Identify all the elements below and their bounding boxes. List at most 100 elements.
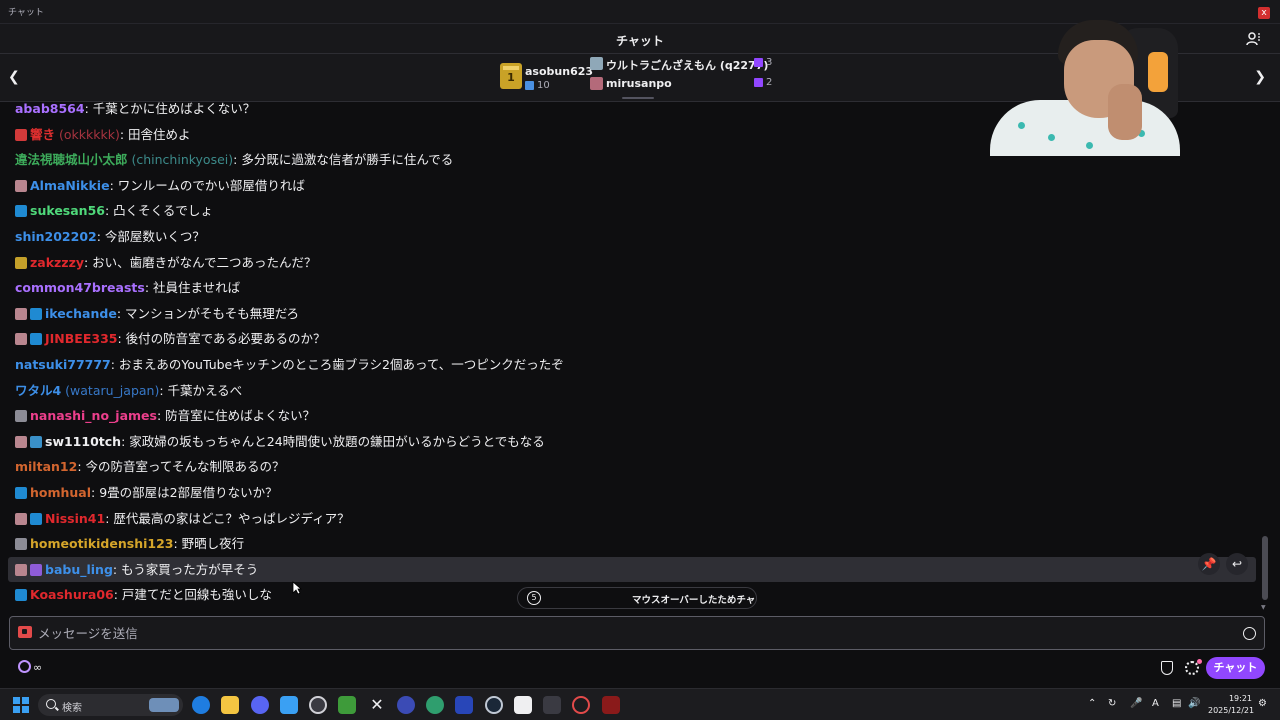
video-icon[interactable] [18, 626, 32, 638]
chat-username[interactable]: shin202202 [15, 229, 97, 244]
send-chat-button[interactable]: チャット [1206, 657, 1265, 679]
badge-icon[interactable] [15, 538, 27, 551]
volume-icon[interactable]: 🔊 [1188, 698, 1200, 709]
chat-message[interactable]: JINBEE335: 後付の防音室である必要あるのか？ [8, 326, 1256, 351]
chat-paused-indicator[interactable]: 5 マウスオーバーしたためチャ [517, 587, 757, 609]
document-icon[interactable] [514, 696, 532, 714]
windows-start-icon[interactable] [13, 697, 29, 713]
notepad-icon[interactable] [280, 696, 298, 714]
app-icon[interactable] [397, 696, 415, 714]
chat-message[interactable]: sukesan56: 凸くそくるでしょ [8, 198, 1256, 223]
shield-icon[interactable] [1161, 661, 1173, 675]
microphone-icon[interactable]: 🎤 [1130, 698, 1142, 709]
chevron-left-icon[interactable]: ❮ [8, 69, 20, 85]
badge-icon[interactable] [15, 256, 27, 269]
chat-login-name[interactable]: (okkkkkk) [55, 127, 120, 142]
chat-username[interactable]: zakzzzy [30, 255, 84, 270]
chat-message[interactable]: miltan12: 今の防音室ってそんな制限あるの？ [8, 454, 1256, 479]
chat-message[interactable]: 響き (okkkkkk): 田舎住めよ [8, 122, 1256, 147]
sync-icon[interactable]: ↻ [1108, 698, 1116, 709]
channel-points[interactable]: ∞ [18, 660, 42, 676]
edge-icon[interactable] [192, 696, 210, 714]
chat-message[interactable]: babu_ling: もう家買った方が早そう [8, 556, 1256, 582]
chat-username[interactable]: ikechande [45, 306, 117, 321]
chevron-right-icon[interactable]: ❯ [1254, 69, 1266, 85]
badge-icon[interactable] [15, 205, 27, 218]
window-app-icon[interactable] [455, 696, 473, 714]
scroll-down-icon[interactable]: ▼ [1261, 604, 1266, 611]
chat-username[interactable]: natsuki77777 [15, 357, 111, 372]
scrollbar-thumb[interactable] [1262, 536, 1268, 600]
file-explorer-icon[interactable] [221, 696, 239, 714]
badge-icon[interactable] [30, 512, 42, 525]
prohibited-icon[interactable] [572, 696, 590, 714]
app-icon[interactable] [602, 696, 620, 714]
chat-message[interactable]: homhual: 9畳の部屋は2部屋借りないか？ [8, 480, 1256, 505]
leaderboard-third[interactable]: mirusanpo 2 [590, 76, 780, 92]
chat-username[interactable]: babu_ling [45, 562, 113, 577]
chat-username[interactable]: common47breasts [15, 280, 145, 295]
chat-login-name[interactable]: (wataru_japan) [61, 383, 159, 398]
chat-username[interactable]: 違法視聴城山小太郎 [15, 152, 128, 167]
taskbar-search[interactable]: 検索 [38, 694, 183, 716]
network-icon[interactable]: ▤ [1172, 698, 1181, 709]
chat-message[interactable]: nanashi_no_james: 防音室に住めばよくない？ [8, 403, 1256, 428]
chat-username[interactable]: Nissin41 [45, 511, 105, 526]
chat-message[interactable]: ikechande: マンションがそもそも無理だろ [8, 301, 1256, 326]
chat-message[interactable]: 違法視聴城山小太郎 (chinchinkyosei): 多分既に過激な信者が勝手… [8, 147, 1256, 172]
close-icon[interactable]: x [1258, 7, 1270, 19]
badge-icon[interactable] [15, 179, 27, 192]
chat-username[interactable]: sukesan56 [30, 203, 105, 218]
badge-icon[interactable] [30, 307, 42, 320]
chat-message[interactable]: homeotikidenshi123: 野晒し夜行 [8, 531, 1256, 556]
chat-username[interactable]: homhual [30, 485, 91, 500]
chat-message-list[interactable]: abab8564: 千葉とかに住めばよくない？ 響き (okkkkkk): 田舎住… [8, 96, 1256, 610]
badge-icon[interactable] [15, 307, 27, 320]
chat-username[interactable]: nanashi_no_james [30, 408, 157, 423]
chat-message[interactable]: shin202202: 今部屋数いくつ？ [8, 224, 1256, 249]
obs-icon[interactable] [309, 696, 327, 714]
badge-icon[interactable] [30, 333, 42, 346]
badge-icon[interactable] [30, 563, 42, 576]
chat-message[interactable]: Nissin41: 歴代最高の家はどこ？やっぱレジディア？ [8, 506, 1256, 531]
reply-icon[interactable]: ↩ [1226, 553, 1248, 575]
badge-icon[interactable] [15, 333, 27, 346]
minecraft-icon[interactable] [338, 696, 356, 714]
chat-scrollbar[interactable]: ▼ [1261, 104, 1269, 612]
chat-username[interactable]: JINBEE335 [45, 331, 117, 346]
drive-icon[interactable] [426, 696, 444, 714]
chat-username[interactable]: ワタル4 [15, 383, 61, 398]
chat-username[interactable]: Koashura06 [30, 587, 114, 602]
chat-username[interactable]: 響き [30, 127, 55, 142]
community-icon[interactable] [1246, 31, 1262, 47]
chat-login-name[interactable]: (chinchinkyosei) [128, 152, 233, 167]
leaderboard-second[interactable]: ウルトラごんざえもん (q2277) 3 [590, 56, 780, 72]
badge-icon[interactable] [15, 589, 27, 602]
chat-username[interactable]: abab8564 [15, 101, 85, 116]
leaderboard-first[interactable]: 1 asobun623 10 [500, 60, 593, 96]
chevron-up-icon[interactable]: ⌃ [1088, 698, 1096, 709]
steam-icon[interactable] [485, 696, 503, 714]
emote-icon[interactable] [1243, 627, 1256, 640]
pin-icon[interactable]: 📌 [1198, 553, 1220, 575]
chat-message[interactable]: sw1110tch: 家政婦の坂もっちゃんと24時間使い放題の鎌田がいるからどう… [8, 429, 1256, 454]
badge-icon[interactable] [15, 435, 27, 448]
chat-message[interactable]: zakzzzy: おい、歯磨きがなんで二つあったんだ？ [8, 250, 1256, 275]
badge-icon[interactable] [30, 435, 42, 448]
discord-icon[interactable] [251, 696, 269, 714]
badge-icon[interactable] [15, 128, 27, 141]
taskbar-clock[interactable]: 19:21 2025/12/21 [1208, 693, 1254, 717]
chat-input[interactable] [38, 623, 1228, 643]
badge-icon[interactable] [15, 487, 27, 499]
chat-message[interactable]: ワタル4 (wataru_japan): 千葉かえるべ [8, 378, 1256, 403]
chat-message[interactable]: common47breasts: 社員住ませれば [8, 275, 1256, 300]
badge-icon[interactable] [15, 512, 27, 525]
chat-username[interactable]: sw1110tch [45, 434, 121, 449]
chat-username[interactable]: miltan12 [15, 459, 77, 474]
x-app-icon[interactable]: ✕ [368, 696, 386, 714]
app-icon[interactable] [543, 696, 561, 714]
notification-icon[interactable]: ⚙ [1258, 698, 1267, 709]
chat-username[interactable]: AlmaNikkie [30, 178, 110, 193]
chat-message[interactable]: abab8564: 千葉とかに住めばよくない？ [8, 96, 1256, 121]
badge-icon[interactable] [15, 410, 27, 423]
